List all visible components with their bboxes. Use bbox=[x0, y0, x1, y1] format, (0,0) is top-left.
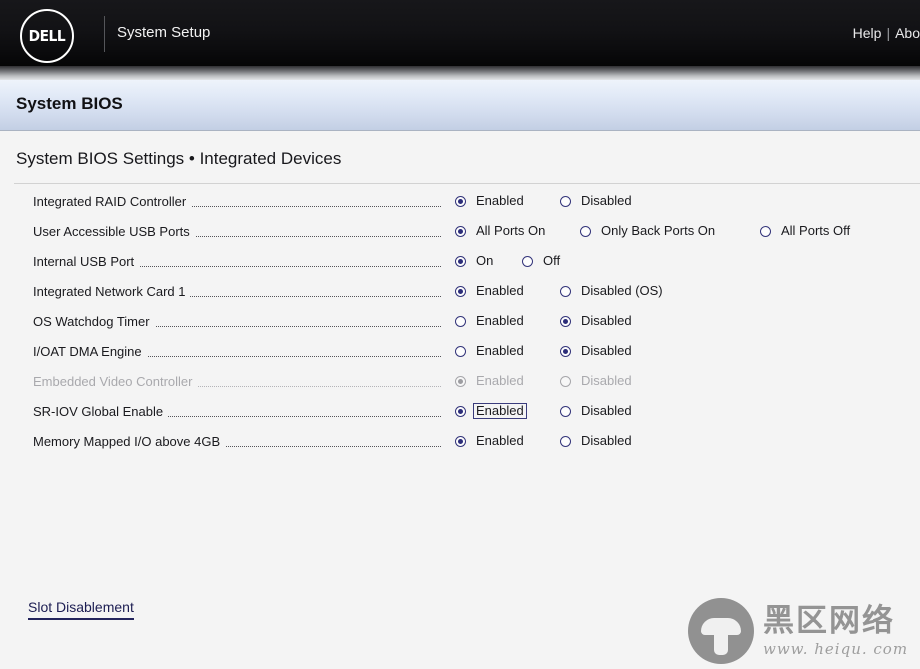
setting-row: SR-IOV Global Enable Enabled Disabled bbox=[0, 398, 920, 428]
setting-row: OS Watchdog Timer Enabled Disabled bbox=[0, 308, 920, 338]
radio-option[interactable]: Disabled bbox=[560, 343, 635, 359]
radio-option-label: Enabled bbox=[473, 403, 527, 419]
radio-unselected-icon bbox=[560, 375, 571, 387]
radio-option-label: Enabled bbox=[476, 313, 524, 328]
topbar-links: Help | Abo bbox=[853, 25, 920, 41]
radio-option-label: Disabled bbox=[581, 313, 632, 328]
radio-option[interactable]: Enabled bbox=[455, 403, 527, 419]
setting-label: Integrated Network Card 1 bbox=[33, 284, 191, 299]
radio-unselected-icon[interactable] bbox=[522, 255, 533, 267]
title-divider bbox=[14, 183, 920, 184]
radio-option-label: On bbox=[476, 253, 494, 268]
about-link[interactable]: Abo bbox=[895, 25, 920, 41]
setting-label: Memory Mapped I/O above 4GB bbox=[33, 434, 226, 449]
radio-option-label: Disabled (OS) bbox=[581, 283, 663, 298]
section-header: System BIOS bbox=[0, 80, 920, 131]
radio-option-label: Disabled bbox=[581, 433, 632, 448]
radio-option[interactable]: Disabled bbox=[560, 313, 635, 329]
section-title: System BIOS bbox=[16, 94, 123, 113]
radio-option[interactable]: Enabled bbox=[455, 343, 527, 359]
radio-option-label: Enabled bbox=[476, 343, 524, 358]
radio-option: Disabled bbox=[560, 373, 635, 389]
radio-option[interactable]: Off bbox=[522, 253, 563, 269]
topbar-shadow bbox=[0, 66, 920, 80]
radio-unselected-icon[interactable] bbox=[560, 435, 571, 447]
watermark-url: www. heiqu. com bbox=[763, 640, 909, 658]
radio-option[interactable]: Only Back Ports On bbox=[580, 223, 718, 239]
radio-option[interactable]: Enabled bbox=[455, 193, 527, 209]
radio-option[interactable]: Disabled bbox=[560, 403, 635, 419]
radio-option: Enabled bbox=[455, 373, 527, 389]
setting-row: Internal USB Port On Off bbox=[0, 248, 920, 278]
radio-unselected-icon[interactable] bbox=[560, 405, 571, 417]
setting-row: I/OAT DMA Engine Enabled Disabled bbox=[0, 338, 920, 368]
setting-label: I/OAT DMA Engine bbox=[33, 344, 147, 359]
radio-option-label: All Ports On bbox=[476, 223, 546, 238]
setting-row: Embedded Video Controller Enabled Disabled bbox=[0, 368, 920, 398]
radio-option[interactable]: Disabled bbox=[560, 193, 635, 209]
mushroom-logo-icon bbox=[688, 598, 754, 664]
radio-option-label: All Ports Off bbox=[781, 223, 851, 238]
setting-row: Integrated RAID Controller Enabled Disable… bbox=[0, 188, 920, 218]
radio-option-label: Enabled bbox=[476, 283, 524, 298]
radio-option[interactable]: All Ports On bbox=[455, 223, 548, 239]
radio-option-label: Off bbox=[543, 253, 561, 268]
radio-selected-icon[interactable] bbox=[455, 225, 466, 237]
setting-label: Internal USB Port bbox=[33, 254, 140, 269]
radio-unselected-icon[interactable] bbox=[455, 345, 466, 357]
top-banner: DELL System Setup Help | Abo bbox=[0, 0, 920, 66]
mushroom-stem bbox=[714, 631, 728, 655]
setting-label: OS Watchdog Timer bbox=[33, 314, 155, 329]
dell-logo-text: DELL bbox=[28, 27, 66, 45]
radio-unselected-icon[interactable] bbox=[560, 195, 571, 207]
settings-list: Integrated RAID Controller Enabled Disable… bbox=[0, 188, 920, 458]
site-watermark: 黑区网络 www. heiqu. com bbox=[688, 593, 916, 669]
radio-option[interactable]: On bbox=[455, 253, 496, 269]
page-title: System BIOS Settings • Integrated Device… bbox=[16, 149, 342, 168]
radio-option[interactable]: Disabled (OS) bbox=[560, 283, 666, 299]
radio-selected-icon[interactable] bbox=[560, 315, 571, 327]
link-separator: | bbox=[886, 25, 891, 41]
radio-selected-icon[interactable] bbox=[455, 405, 466, 417]
radio-option[interactable]: All Ports Off bbox=[760, 223, 853, 239]
settings-panel: System BIOS Settings • Integrated Device… bbox=[0, 131, 920, 664]
topbar-divider bbox=[104, 16, 105, 52]
radio-option[interactable]: Enabled bbox=[455, 433, 527, 449]
radio-selected-icon bbox=[455, 375, 466, 387]
radio-unselected-icon[interactable] bbox=[560, 285, 571, 297]
radio-selected-icon[interactable] bbox=[560, 345, 571, 357]
radio-unselected-icon[interactable] bbox=[455, 315, 466, 327]
radio-option-label: Disabled bbox=[581, 193, 632, 208]
radio-option-label: Only Back Ports On bbox=[601, 223, 716, 238]
radio-option-label: Disabled bbox=[581, 403, 632, 418]
radio-selected-icon[interactable] bbox=[455, 255, 466, 267]
watermark-name: 黑区网络 bbox=[763, 603, 895, 639]
radio-option-label: Enabled bbox=[476, 193, 524, 208]
radio-option[interactable]: Disabled bbox=[560, 433, 635, 449]
radio-option[interactable]: Enabled bbox=[455, 283, 527, 299]
radio-option-label: Disabled bbox=[581, 373, 632, 388]
setting-label: Embedded Video Controller bbox=[33, 374, 198, 389]
radio-unselected-icon[interactable] bbox=[580, 225, 591, 237]
setting-row: User Accessible USB Ports All Ports On Onl… bbox=[0, 218, 920, 248]
watermark-text: 黑区网络 www. heiqu. com bbox=[763, 604, 908, 658]
radio-option-label: Disabled bbox=[581, 343, 632, 358]
radio-unselected-icon[interactable] bbox=[760, 225, 771, 237]
setting-label: Integrated RAID Controller bbox=[33, 194, 192, 209]
radio-selected-icon[interactable] bbox=[455, 195, 466, 207]
dell-logo-icon: DELL bbox=[20, 9, 74, 63]
radio-selected-icon[interactable] bbox=[455, 435, 466, 447]
app-title: System Setup bbox=[117, 24, 211, 41]
help-link[interactable]: Help bbox=[853, 25, 882, 41]
radio-option-label: Enabled bbox=[476, 433, 524, 448]
setting-row: Memory Mapped I/O above 4GB Enabled Disabl… bbox=[0, 428, 920, 458]
setting-label: SR-IOV Global Enable bbox=[33, 404, 169, 419]
setting-label: User Accessible USB Ports bbox=[33, 224, 195, 239]
radio-option[interactable]: Enabled bbox=[455, 313, 527, 329]
radio-option-label: Enabled bbox=[476, 373, 524, 388]
setting-row: Integrated Network Card 1 Enabled Disabled… bbox=[0, 278, 920, 308]
radio-selected-icon[interactable] bbox=[455, 285, 466, 297]
slot-disablement-link[interactable]: Slot Disablement bbox=[28, 599, 134, 620]
